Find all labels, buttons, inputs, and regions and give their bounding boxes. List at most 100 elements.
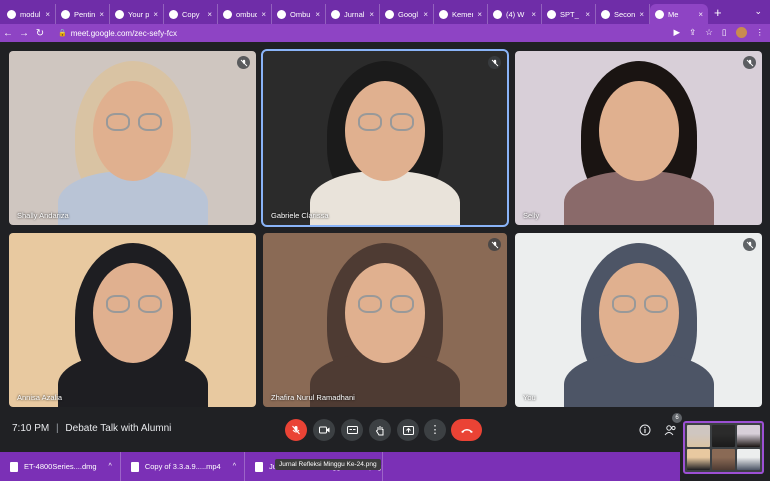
browser-tab-label: Jurnal	[344, 9, 365, 19]
participant-tile[interactable]: Zhafira Nurul Ramadhani	[263, 233, 507, 407]
browser-tab-label: Me	[668, 9, 679, 19]
browser-tab[interactable]: (4) W ×	[488, 4, 542, 24]
address-bar-actions: ▶ ⇪ ☆ ▯ ⋮	[674, 27, 764, 38]
browser-tab[interactable]: Pentin ×	[56, 4, 110, 24]
chevron-up-icon[interactable]: ^	[109, 463, 112, 470]
leave-call-button[interactable]	[451, 419, 482, 441]
close-tab-icon[interactable]: ×	[423, 10, 428, 19]
browser-tab[interactable]: Secon ×	[596, 4, 650, 24]
forward-button[interactable]: →	[16, 28, 32, 39]
lock-icon: 🔒	[58, 30, 67, 37]
share-icon[interactable]: ⇪	[689, 27, 696, 38]
close-tab-icon[interactable]: ×	[261, 10, 266, 19]
chevron-up-icon[interactable]: ^	[233, 463, 236, 470]
video-camera-icon	[318, 426, 329, 434]
close-tab-icon[interactable]: ×	[153, 10, 158, 19]
drive-icon	[385, 9, 394, 19]
pip-participant-thumbnail	[712, 425, 735, 447]
close-tab-icon[interactable]: ×	[531, 10, 536, 19]
raise-hand-button[interactable]	[369, 419, 391, 441]
browser-tab[interactable]: Me ×	[650, 4, 708, 24]
people-button[interactable]	[662, 422, 678, 438]
google-icon	[223, 9, 232, 19]
sidebar-icon[interactable]: ▯	[722, 27, 727, 38]
participant-face	[345, 263, 425, 363]
browser-tab[interactable]: Ombu ×	[272, 4, 326, 24]
close-tab-icon[interactable]: ×	[315, 10, 320, 19]
glasses	[358, 295, 382, 313]
browser-tab[interactable]: ombud ×	[218, 4, 272, 24]
download-item[interactable]: ET-4800Series....dmg ^	[0, 452, 121, 481]
browser-tab[interactable]: Kemer ×	[434, 4, 488, 24]
browser-tab[interactable]: Your p ×	[110, 4, 164, 24]
participant-face	[598, 263, 679, 363]
file-icon	[255, 461, 264, 472]
browser-menu-icon[interactable]: ⋮	[756, 27, 765, 38]
glasses	[358, 113, 382, 131]
browser-tab-label: Ombu	[290, 9, 311, 19]
browser-tab[interactable]: Copy ×	[164, 4, 218, 24]
new-tab-button[interactable]: +	[714, 5, 722, 20]
browser-tab[interactable]: SPT_ ×	[542, 4, 596, 24]
captions-button[interactable]	[341, 419, 363, 441]
participant-tile[interactable]: Annisa Azalia	[9, 233, 256, 407]
reload-button[interactable]: ↻	[32, 28, 48, 39]
address-bar-url[interactable]: meet.google.com/zec-sefy-fcx	[71, 29, 177, 38]
participant-tile[interactable]: Gabriele Clarissa	[261, 49, 509, 227]
closed-captions-icon	[346, 426, 358, 434]
mic-muted-icon	[743, 238, 756, 251]
mic-muted-icon	[743, 56, 756, 69]
more-vertical-icon: ⋮	[429, 423, 441, 436]
close-tab-icon[interactable]: ×	[369, 10, 374, 19]
participant-tile[interactable]: Shally Andariza	[9, 51, 256, 225]
picture-in-picture-preview[interactable]	[683, 421, 764, 474]
participant-name: You	[523, 393, 536, 402]
participant-face	[92, 263, 173, 363]
camera-toggle-button[interactable]	[313, 419, 335, 441]
divider: |	[56, 423, 59, 434]
close-tab-icon[interactable]: ×	[585, 10, 590, 19]
browser-tab-label: Pentin	[74, 9, 96, 19]
microphone-toggle-button[interactable]	[285, 419, 307, 441]
close-tab-icon[interactable]: ×	[477, 10, 482, 19]
close-tab-icon[interactable]: ×	[207, 10, 212, 19]
participant-video	[515, 233, 762, 407]
present-screen-button[interactable]	[397, 419, 419, 441]
mic-muted-icon	[488, 56, 501, 69]
participant-name: Selly	[523, 211, 540, 220]
people-icon	[664, 424, 676, 435]
meeting-details-button[interactable]	[637, 422, 653, 438]
mic-muted-icon	[488, 238, 501, 251]
chrome-icon	[277, 9, 286, 19]
download-filename: Copy of 3.3.a.9.....mp4	[144, 462, 221, 471]
present-icon	[402, 425, 414, 435]
file-icon	[130, 461, 139, 472]
profile-avatar[interactable]	[735, 27, 747, 38]
close-tab-icon[interactable]: ×	[698, 10, 703, 19]
close-tab-icon[interactable]: ×	[99, 10, 104, 19]
participant-tile[interactable]: You	[515, 233, 762, 407]
browser-tab[interactable]: Jurnal ×	[326, 4, 380, 24]
browser-tab[interactable]: Googl ×	[380, 4, 434, 24]
browser-tab-label: modul	[20, 9, 41, 19]
browser-tab-label: Your p	[128, 9, 150, 19]
tab-search-chevron-icon[interactable]: ⌄	[754, 6, 762, 17]
back-button[interactable]: ←	[0, 28, 16, 39]
mic-muted-icon	[237, 56, 250, 69]
participant-tile[interactable]: Selly	[515, 51, 762, 225]
close-tab-icon[interactable]: ×	[639, 10, 644, 19]
camera-indicator-icon[interactable]: ▶	[674, 27, 681, 38]
glasses	[611, 295, 636, 313]
more-options-button[interactable]: ⋮	[424, 419, 446, 441]
close-tab-icon[interactable]: ×	[45, 10, 50, 19]
browser-tab-label: Copy	[182, 9, 200, 19]
bookmark-star-icon[interactable]: ☆	[705, 27, 713, 38]
mic-off-icon	[292, 425, 300, 435]
download-item[interactable]: Copy of 3.3.a.9.....mp4 ^	[121, 452, 246, 481]
pip-participant-thumbnail	[737, 448, 760, 470]
browser-tab[interactable]: modul ×	[2, 4, 56, 24]
pip-participant-thumbnail	[687, 425, 710, 447]
hand-icon	[375, 425, 384, 435]
meet-icon	[655, 9, 664, 19]
participant-video	[9, 233, 256, 407]
